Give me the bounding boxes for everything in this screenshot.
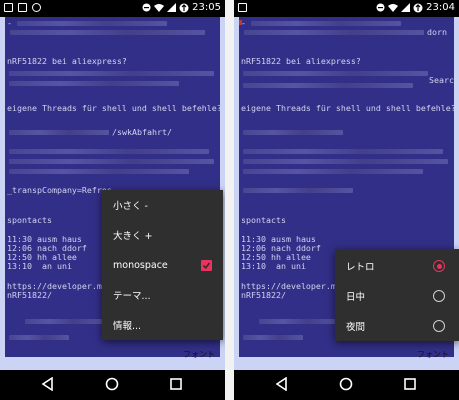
- blurred-text: [243, 188, 353, 193]
- data-saver-icon: [413, 3, 423, 12]
- status-bar: 23:04: [234, 0, 459, 17]
- radio-selected-icon[interactable]: [433, 260, 445, 272]
- blurred-text: [10, 30, 205, 35]
- menu-item-monospace[interactable]: monospace: [102, 250, 223, 280]
- note-line: nRF51822/: [241, 290, 286, 300]
- blurred-text: [9, 169, 189, 174]
- note-line: Searc: [429, 75, 454, 85]
- blurred-text: [243, 83, 413, 88]
- note-line: nRF51822/: [7, 290, 52, 300]
- left-phone-screenshot: 23:05 - nRF51822 bei aliexpress? eigene …: [0, 0, 225, 400]
- theme-menu: レトロ 日中 夜間: [335, 249, 459, 341]
- recents-icon[interactable]: [403, 377, 417, 391]
- blurred-text: [259, 319, 339, 324]
- status-time: 23:05: [192, 2, 221, 13]
- note-line: nRF51822 bei aliexpress?: [241, 56, 361, 66]
- blurred-text: [243, 130, 343, 135]
- circle-outline-icon: [32, 3, 41, 12]
- recents-icon[interactable]: [169, 377, 183, 391]
- theme-option-day[interactable]: 日中: [335, 281, 459, 311]
- app-screen: - dorn nRF51822 bei aliexpress? Searc ei…: [234, 17, 459, 370]
- app-screen: - nRF51822 bei aliexpress? eigene Thread…: [0, 17, 225, 370]
- theme-option-night[interactable]: 夜間: [335, 311, 459, 341]
- note-line: /swkAbfahrt/: [112, 127, 172, 137]
- blurred-text: [25, 319, 105, 324]
- blurred-text: [243, 149, 443, 154]
- signal-icon: [167, 3, 177, 12]
- notification-icon: [4, 3, 13, 12]
- back-icon[interactable]: [275, 377, 289, 391]
- blurred-text: [243, 71, 428, 76]
- note-line: spontacts: [7, 215, 52, 225]
- blurred-text: [244, 30, 424, 35]
- data-saver-icon: [179, 3, 189, 12]
- notification-icon: [238, 3, 247, 12]
- wifi-icon: [388, 4, 399, 12]
- home-icon[interactable]: [105, 377, 119, 391]
- font-button[interactable]: フォント: [417, 349, 449, 360]
- status-time: 23:04: [426, 2, 455, 13]
- menu-item-theme[interactable]: テーマ...: [102, 280, 223, 310]
- options-menu: 小さく - 大きく + monospace テーマ... 情報...: [102, 190, 223, 340]
- blurred-text: [17, 21, 167, 26]
- note-line: dorn: [427, 27, 447, 37]
- home-icon[interactable]: [339, 377, 353, 391]
- note-line: spontacts: [241, 215, 286, 225]
- note-line: 13:10 an uni: [7, 261, 72, 271]
- blurred-text: [9, 335, 69, 340]
- navigation-bar: [0, 370, 225, 400]
- blurred-text: [9, 130, 109, 135]
- image-icon: [18, 3, 27, 12]
- radio-unselected-icon[interactable]: [433, 290, 445, 302]
- theme-option-retro[interactable]: レトロ: [335, 251, 459, 281]
- note-line: 13:10 an uni: [241, 261, 306, 271]
- blurred-text: [251, 21, 401, 26]
- note-line: eigene Threads für shell und shell befeh…: [7, 103, 220, 113]
- minus-circle-icon: [142, 3, 151, 12]
- blurred-text: [243, 169, 423, 174]
- note-line: -: [7, 18, 12, 28]
- blurred-text: [243, 335, 303, 340]
- cursor-marker: [239, 20, 242, 25]
- signal-icon: [401, 3, 411, 12]
- font-button[interactable]: フォント: [183, 349, 215, 360]
- menu-item-info[interactable]: 情報...: [102, 310, 223, 340]
- status-bar: 23:05: [0, 0, 225, 17]
- checkmark-icon: [202, 262, 211, 269]
- note-line: nRF51822 bei aliexpress?: [7, 56, 127, 66]
- menu-item-smaller[interactable]: 小さく -: [102, 190, 223, 220]
- back-icon[interactable]: [41, 377, 55, 391]
- blurred-text: [9, 159, 214, 164]
- blurred-text: [9, 81, 179, 86]
- blurred-text: [9, 71, 214, 76]
- blurred-text: [9, 149, 209, 154]
- right-phone-screenshot: 23:04 - dorn nRF51822 bei aliexpress? Se…: [234, 0, 459, 400]
- minus-circle-icon: [376, 3, 385, 12]
- blurred-text: [243, 159, 448, 164]
- wifi-icon: [154, 4, 165, 12]
- note-line: _transpCompany=Refres: [7, 185, 112, 195]
- monospace-checkbox[interactable]: [201, 259, 212, 271]
- menu-item-larger[interactable]: 大きく +: [102, 220, 223, 250]
- radio-unselected-icon[interactable]: [433, 320, 445, 332]
- note-line: eigene Threads für shell und shell befeh…: [241, 103, 454, 113]
- navigation-bar: [234, 370, 459, 400]
